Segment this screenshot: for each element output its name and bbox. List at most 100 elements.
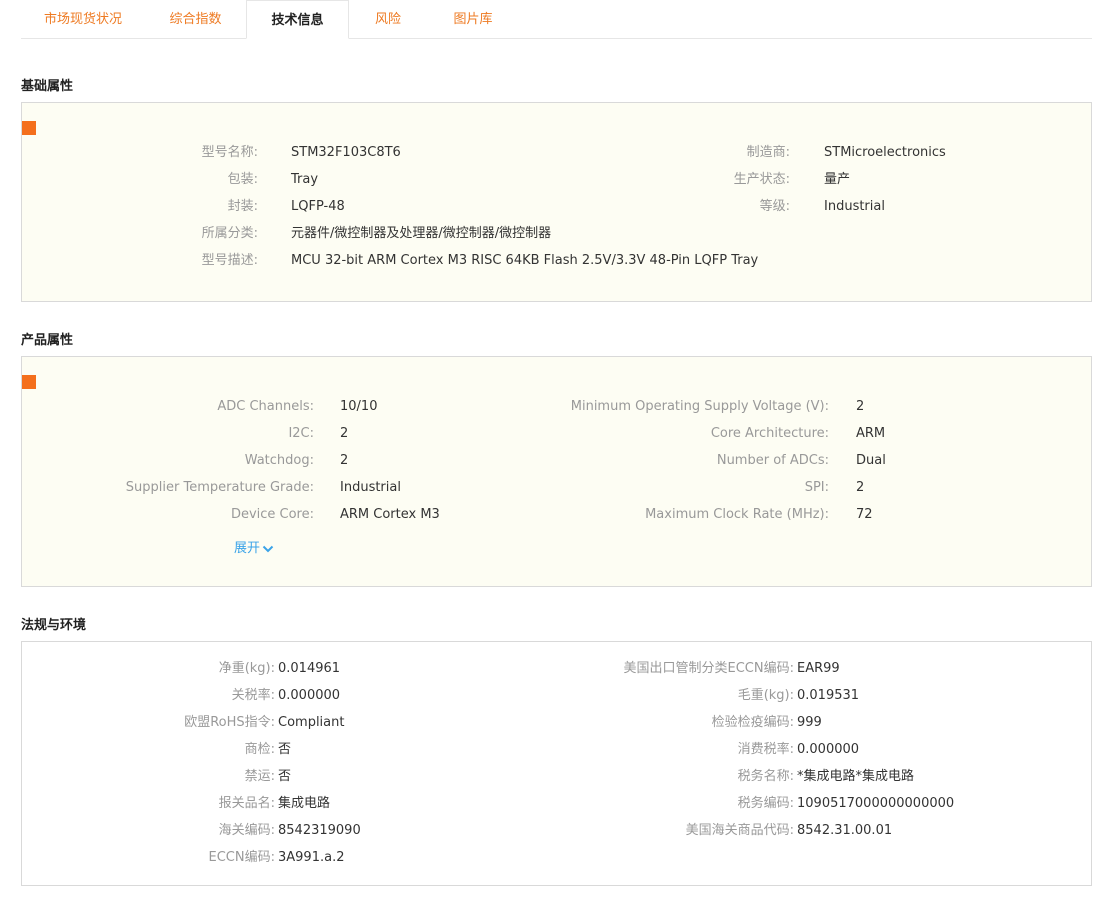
product-section-title: 产品属性 xyxy=(21,333,74,348)
tab-composite-index[interactable]: 综合指数 xyxy=(145,0,246,38)
embargo-label: 禁运: xyxy=(244,769,275,784)
us-hts-code-label: 美国海关商品代码: xyxy=(685,823,794,838)
eccn-code-value: 3A991.a.2 xyxy=(278,850,345,865)
i2c-label: I2C: xyxy=(288,426,314,441)
eu-rohs-value: Compliant xyxy=(278,715,345,730)
production-status-value: 量产 xyxy=(824,172,851,187)
tab-image-library[interactable]: 图片库 xyxy=(427,0,519,38)
inspection-code-value: 999 xyxy=(797,715,822,730)
i2c-value: 2 xyxy=(340,426,349,441)
tax-code-value: 1090517000000000000 xyxy=(797,796,955,811)
orange-square-marker-icon xyxy=(22,375,36,389)
supplier-temp-grade-value: Industrial xyxy=(340,480,401,495)
number-of-adcs-value: Dual xyxy=(856,453,886,468)
regulation-row: 海关编码: 8542319090 美国海关商品代码: 8542.31.00.01 xyxy=(22,821,1091,841)
basic-row: 型号描述: MCU 32-bit ARM Cortex M3 RISC 64KB… xyxy=(22,251,1091,271)
core-architecture-label: Core Architecture: xyxy=(710,426,829,441)
watchdog-label: Watchdog: xyxy=(244,453,314,468)
regulation-panel: 净重(kg): 0.014961 美国出口管制分类ECCN编码: EAR99 关… xyxy=(21,641,1092,886)
manufacturer-label: 制造商: xyxy=(746,145,790,160)
product-row: Watchdog: 2 Number of ADCs: Dual xyxy=(22,451,1091,471)
tariff-rate-value: 0.000000 xyxy=(278,688,341,703)
us-hts-code-value: 8542.31.00.01 xyxy=(797,823,893,838)
expand-button[interactable]: 展开 xyxy=(234,537,274,556)
category-label: 所属分类: xyxy=(201,226,258,241)
model-name-label: 型号名称: xyxy=(201,145,258,160)
eu-rohs-label: 欧盟RoHS指令: xyxy=(184,715,275,730)
eccn-code-label: ECCN编码: xyxy=(208,850,275,865)
description-label: 型号描述: xyxy=(201,253,258,268)
tab-risk[interactable]: 风险 xyxy=(349,0,427,38)
spi-value: 2 xyxy=(856,480,865,495)
net-weight-value: 0.014961 xyxy=(278,661,341,676)
basic-row: 封装: LQFP-48 等级: Industrial xyxy=(22,197,1091,217)
regulation-row: 欧盟RoHS指令: Compliant 检验检疫编码: 999 xyxy=(22,713,1091,733)
product-properties-panel: ADC Channels: 10/10 Minimum Operating Su… xyxy=(21,356,1092,587)
grade-label: 等级: xyxy=(759,199,790,214)
customs-name-value: 集成电路 xyxy=(278,796,331,811)
manufacturer-value: STMicroelectronics xyxy=(824,145,946,160)
regulation-row: 关税率: 0.000000 毛重(kg): 0.019531 xyxy=(22,686,1091,706)
gross-weight-label: 毛重(kg): xyxy=(737,688,794,703)
tariff-rate-label: 关税率: xyxy=(231,688,275,703)
tax-name-value: *集成电路*集成电路 xyxy=(797,769,915,784)
product-row: Supplier Temperature Grade: Industrial S… xyxy=(22,478,1091,498)
us-eccn-label: 美国出口管制分类ECCN编码: xyxy=(623,661,794,676)
min-supply-voltage-value: 2 xyxy=(856,399,865,414)
device-core-value: ARM Cortex M3 xyxy=(340,507,440,522)
adc-channels-value: 10/10 xyxy=(340,399,378,414)
chevron-down-icon xyxy=(262,545,274,552)
watchdog-value: 2 xyxy=(340,453,349,468)
production-status-label: 生产状态: xyxy=(733,172,790,187)
basic-row: 型号名称: STM32F103C8T6 制造商: STMicroelectron… xyxy=(22,143,1091,163)
customs-code-value: 8542319090 xyxy=(278,823,361,838)
adc-channels-label: ADC Channels: xyxy=(217,399,314,414)
regulation-row: 商检: 否 消费税率: 0.000000 xyxy=(22,740,1091,760)
core-architecture-value: ARM xyxy=(856,426,886,441)
max-clock-rate-value: 72 xyxy=(856,507,873,522)
min-supply-voltage-label: Minimum Operating Supply Voltage (V): xyxy=(570,399,829,414)
description-value: MCU 32-bit ARM Cortex M3 RISC 64KB Flash… xyxy=(291,253,759,268)
inspection-code-label: 检验检疫编码: xyxy=(711,715,794,730)
max-clock-rate-label: Maximum Clock Rate (MHz): xyxy=(645,507,829,522)
tab-bar: 市场现货状况 综合指数 技术信息 风险 图片库 xyxy=(21,0,1092,39)
gross-weight-value: 0.019531 xyxy=(797,688,860,703)
category-value: 元器件/微控制器及处理器/微控制器/微控制器 xyxy=(291,226,552,241)
model-name-value: STM32F103C8T6 xyxy=(291,145,401,160)
spi-label: SPI: xyxy=(804,480,829,495)
us-eccn-value: EAR99 xyxy=(797,661,840,676)
basic-section-title: 基础属性 xyxy=(21,79,74,94)
tax-name-label: 税务名称: xyxy=(737,769,794,784)
product-row: Device Core: ARM Cortex M3 Maximum Clock… xyxy=(22,505,1091,525)
basic-properties-panel: 型号名称: STM32F103C8T6 制造商: STMicroelectron… xyxy=(21,102,1092,302)
packaging-value: Tray xyxy=(291,172,319,187)
tab-market-stock[interactable]: 市场现货状况 xyxy=(21,0,145,38)
net-weight-label: 净重(kg): xyxy=(218,661,275,676)
supplier-temp-grade-label: Supplier Temperature Grade: xyxy=(125,480,314,495)
basic-row: 所属分类: 元器件/微控制器及处理器/微控制器/微控制器 xyxy=(22,224,1091,244)
regulation-section-title: 法规与环境 xyxy=(21,618,87,633)
orange-square-marker-icon xyxy=(22,121,36,135)
tax-code-label: 税务编码: xyxy=(737,796,794,811)
regulation-row: 报关品名: 集成电路 税务编码: 1090517000000000000 xyxy=(22,794,1091,814)
customs-name-label: 报关品名: xyxy=(218,796,275,811)
regulation-row: ECCN编码: 3A991.a.2 xyxy=(22,848,1091,868)
product-row: I2C: 2 Core Architecture: ARM xyxy=(22,424,1091,444)
package-value: LQFP-48 xyxy=(291,199,345,214)
commodity-inspection-label: 商检: xyxy=(244,742,275,757)
expand-label: 展开 xyxy=(234,541,261,556)
package-label: 封装: xyxy=(227,199,258,214)
product-row: ADC Channels: 10/10 Minimum Operating Su… xyxy=(22,397,1091,417)
consumption-tax-label: 消费税率: xyxy=(737,742,794,757)
consumption-tax-value: 0.000000 xyxy=(797,742,860,757)
basic-row: 包装: Tray 生产状态: 量产 xyxy=(22,170,1091,190)
customs-code-label: 海关编码: xyxy=(218,823,275,838)
regulation-row: 禁运: 否 税务名称: *集成电路*集成电路 xyxy=(22,767,1091,787)
device-core-label: Device Core: xyxy=(230,507,314,522)
commodity-inspection-value: 否 xyxy=(278,742,292,757)
tab-technical-info[interactable]: 技术信息 xyxy=(246,0,349,39)
regulation-row: 净重(kg): 0.014961 美国出口管制分类ECCN编码: EAR99 xyxy=(22,659,1091,679)
number-of-adcs-label: Number of ADCs: xyxy=(716,453,829,468)
embargo-value: 否 xyxy=(278,769,292,784)
grade-value: Industrial xyxy=(824,199,885,214)
